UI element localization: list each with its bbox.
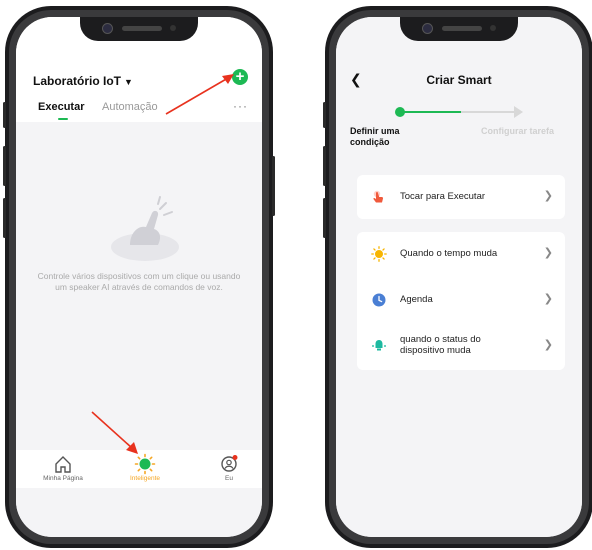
chevron-right-icon: ❯ [543,247,553,259]
profile-icon [221,455,238,472]
condition-card-manual: Tocar para Executar ❯ [357,175,565,219]
list-item-weather-changes[interactable]: Quando o tempo muda ❯ [357,232,565,276]
step-arrow-icon [514,106,523,118]
tab-automacao[interactable]: Automação [102,101,158,113]
empty-illustration-icon [111,196,179,261]
create-smart-screen: ❮ Criar Smart Definir uma condição Confi… [336,17,582,537]
step-define-condition: Definir uma condição [350,126,400,147]
nav-eu[interactable]: Eu [194,453,262,482]
chevron-right-icon: ❯ [543,293,553,305]
tap-hand-icon [373,190,384,203]
annotation-arrow-bottom [91,411,138,454]
chevron-right-icon: ❯ [543,190,553,202]
tab-executar[interactable]: Executar [38,101,84,113]
list-item-tap-to-run[interactable]: Tocar para Executar ❯ [357,175,565,219]
chevron-right-icon: ❯ [543,339,553,351]
home-icon [55,456,71,473]
annotation-arrow-top [165,74,234,115]
step-configure-task: Configurar tarefa [481,126,555,136]
weather-sun-icon [371,246,387,262]
condition-card-auto: Quando o tempo muda ❯ Agenda ❯ quando o … [357,232,565,370]
home-selector[interactable]: Laboratório IoT ▼ [33,74,133,88]
phone-right: ❮ Criar Smart Definir uma condição Confi… [323,6,592,548]
tab-indicator [58,118,68,120]
page-title: Criar Smart [426,73,492,87]
empty-message: Controle vários dispositivos com um cliq… [37,271,241,292]
notch [400,17,518,41]
list-item-device-status[interactable]: quando o status do dispositivo muda ❯ [357,324,565,368]
device-status-icon [372,340,386,351]
list-item-schedule[interactable]: Agenda ❯ [357,278,565,322]
notch [80,17,198,41]
clock-icon [372,293,386,307]
chevron-down-icon: ▼ [124,77,133,87]
